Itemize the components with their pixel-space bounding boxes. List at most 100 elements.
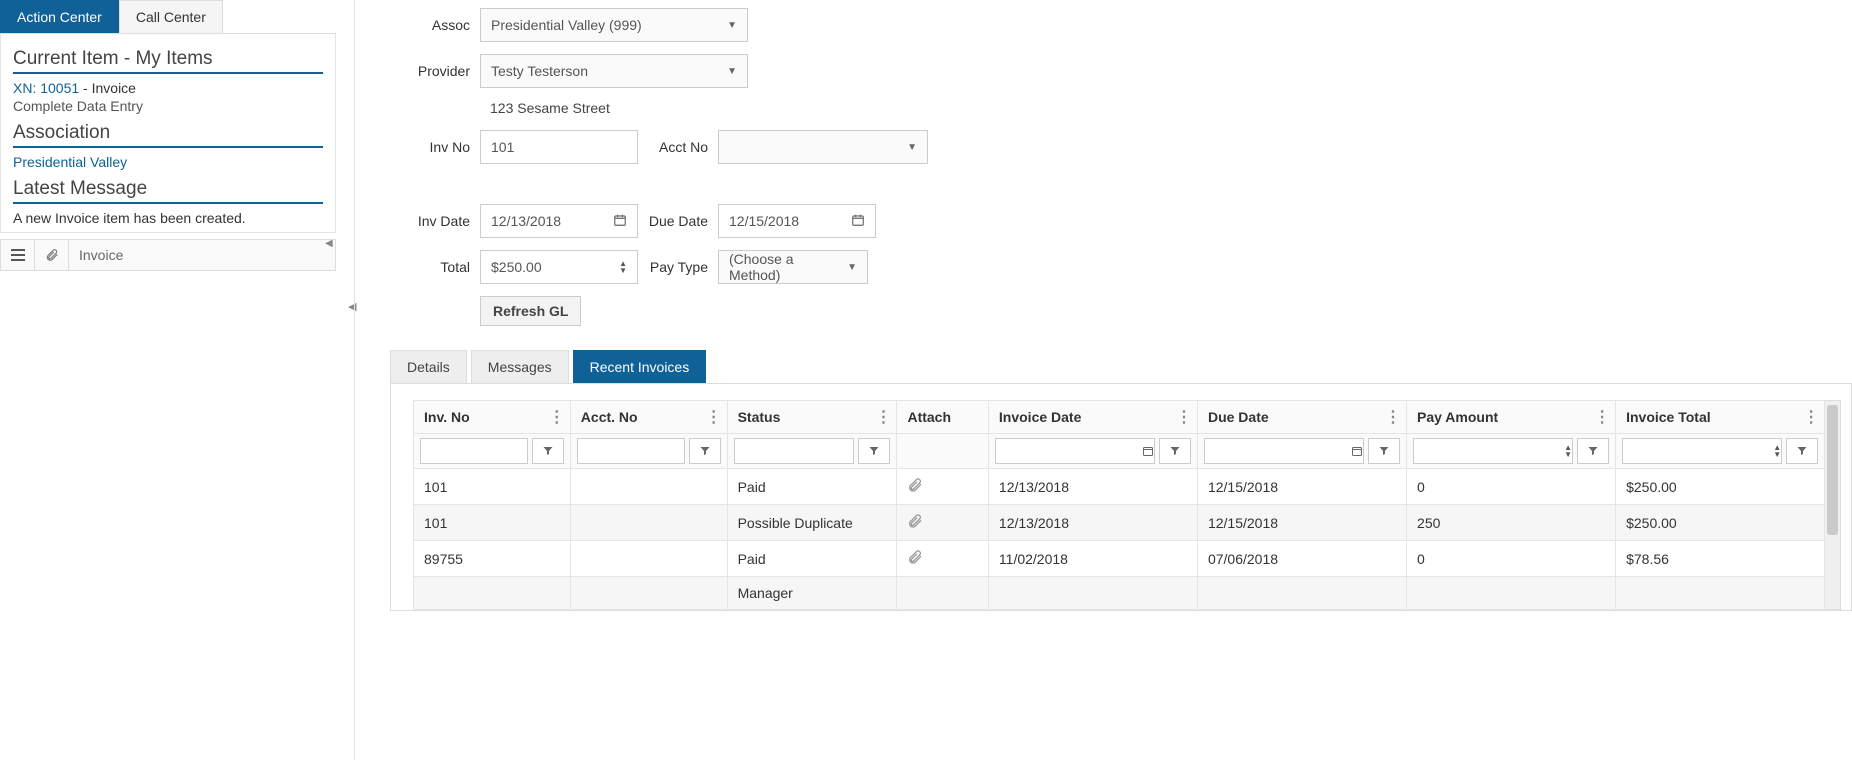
cell-invno: 89755 bbox=[414, 541, 571, 577]
column-menu-icon[interactable]: ⋮ bbox=[1176, 407, 1191, 427]
provider-select[interactable]: Testy Testerson ▼ bbox=[480, 54, 748, 88]
col-invoicetotal[interactable]: Invoice Total⋮ bbox=[1616, 401, 1825, 434]
cell-attach[interactable] bbox=[897, 541, 988, 577]
refresh-gl-button[interactable]: Refresh GL bbox=[480, 296, 581, 326]
cell-payamount: 0 bbox=[1407, 469, 1616, 505]
cell-invoicetotal: $250.00 bbox=[1616, 505, 1825, 541]
col-acctno[interactable]: Acct. No⋮ bbox=[570, 401, 727, 434]
col-attach[interactable]: Attach bbox=[897, 401, 988, 434]
filter-icon[interactable] bbox=[858, 438, 890, 464]
chevron-down-icon: ▼ bbox=[847, 262, 857, 273]
cell-invdate: 12/13/2018 bbox=[988, 505, 1197, 541]
cell-acctno bbox=[570, 577, 727, 610]
filter-invdate-input[interactable] bbox=[995, 438, 1155, 464]
hamburger-icon[interactable] bbox=[1, 240, 35, 270]
filter-icon[interactable] bbox=[1786, 438, 1818, 464]
column-menu-icon[interactable]: ⋮ bbox=[1385, 407, 1400, 427]
heading-association: Association bbox=[13, 116, 323, 148]
invdate-input[interactable]: 12/13/2018 bbox=[480, 204, 638, 238]
filter-invno-input[interactable] bbox=[420, 438, 528, 464]
column-menu-icon[interactable]: ⋮ bbox=[1803, 407, 1818, 427]
assoc-value: Presidential Valley (999) bbox=[491, 17, 642, 33]
cell-duedate: 12/15/2018 bbox=[1197, 469, 1406, 505]
cell-status: Possible Duplicate bbox=[727, 505, 897, 541]
filter-icon[interactable] bbox=[1159, 438, 1191, 464]
tab-details[interactable]: Details bbox=[390, 350, 467, 383]
cell-payamount bbox=[1407, 577, 1616, 610]
label-assoc: Assoc bbox=[390, 17, 480, 33]
cell-invdate: 12/13/2018 bbox=[988, 469, 1197, 505]
col-status-label: Status bbox=[738, 409, 781, 425]
cell-status: Manager bbox=[727, 577, 897, 610]
xn-link[interactable]: XN: 10051 bbox=[13, 80, 79, 96]
provider-value: Testy Testerson bbox=[491, 63, 588, 79]
filter-icon[interactable] bbox=[532, 438, 564, 464]
col-invno[interactable]: Inv. No⋮ bbox=[414, 401, 571, 434]
col-attach-label: Attach bbox=[907, 409, 951, 425]
heading-latest-message: Latest Message bbox=[13, 172, 323, 204]
filter-icon[interactable] bbox=[1577, 438, 1609, 464]
cell-attach[interactable] bbox=[897, 505, 988, 541]
calendar-icon bbox=[613, 213, 627, 230]
cell-payamount: 250 bbox=[1407, 505, 1616, 541]
acctno-select[interactable]: ▼ bbox=[718, 130, 928, 164]
table-row[interactable]: 89755 Paid 11/02/201807/06/20180$78.56 bbox=[414, 541, 1825, 577]
gutter-caret-icon[interactable]: ◀ bbox=[348, 300, 356, 313]
col-duedate[interactable]: Due Date⋮ bbox=[1197, 401, 1406, 434]
cell-invdate: 11/02/2018 bbox=[988, 541, 1197, 577]
column-menu-icon[interactable]: ⋮ bbox=[549, 407, 564, 427]
col-status[interactable]: Status ⋮ bbox=[727, 401, 897, 434]
filter-icon[interactable] bbox=[689, 438, 721, 464]
label-duedate: Due Date bbox=[638, 213, 718, 229]
cell-acctno bbox=[570, 469, 727, 505]
cell-payamount: 0 bbox=[1407, 541, 1616, 577]
filter-duedate-input[interactable] bbox=[1204, 438, 1364, 464]
cell-invno: 101 bbox=[414, 469, 571, 505]
spinner-icon[interactable]: ▲▼ bbox=[619, 260, 627, 274]
table-row[interactable]: 101Possible Duplicate12/13/201812/15/201… bbox=[414, 505, 1825, 541]
cell-acctno bbox=[570, 505, 727, 541]
collapse-caret-icon[interactable]: ◀ bbox=[325, 238, 339, 252]
paytype-select[interactable]: (Choose a Method) ▼ bbox=[718, 250, 868, 284]
filter-pay-input[interactable]: ▲▼ bbox=[1413, 438, 1573, 464]
calendar-icon bbox=[851, 213, 865, 230]
total-value: $250.00 bbox=[491, 259, 542, 275]
total-input[interactable]: $250.00 ▲▼ bbox=[480, 250, 638, 284]
tab-messages[interactable]: Messages bbox=[471, 350, 569, 383]
cell-acctno bbox=[570, 541, 727, 577]
cell-invno: 101 bbox=[414, 505, 571, 541]
table-row[interactable]: 101 Paid 12/13/201812/15/20180$250.00 bbox=[414, 469, 1825, 505]
paperclip-icon[interactable] bbox=[35, 240, 69, 270]
cell-invoicetotal: $78.56 bbox=[1616, 541, 1825, 577]
cell-status: Paid bbox=[727, 469, 897, 505]
filter-status-input[interactable] bbox=[734, 438, 855, 464]
cell-attach[interactable] bbox=[897, 469, 988, 505]
spinner-icon: ▲▼ bbox=[1564, 444, 1572, 458]
tab-action-center[interactable]: Action Center bbox=[0, 0, 119, 33]
filter-total-input[interactable]: ▲▼ bbox=[1622, 438, 1782, 464]
col-invdate[interactable]: Invoice Date⋮ bbox=[988, 401, 1197, 434]
column-menu-icon[interactable]: ⋮ bbox=[1594, 407, 1609, 427]
duedate-input[interactable]: 12/15/2018 bbox=[718, 204, 876, 238]
column-menu-icon[interactable]: ⋮ bbox=[875, 407, 890, 427]
cell-invdate bbox=[988, 577, 1197, 610]
cell-attach bbox=[897, 577, 988, 610]
filter-icon[interactable] bbox=[1368, 438, 1400, 464]
label-paytype: Pay Type bbox=[638, 259, 718, 275]
column-menu-icon[interactable]: ⋮ bbox=[706, 407, 721, 427]
association-link[interactable]: Presidential Valley bbox=[13, 154, 127, 170]
status-line: Complete Data Entry bbox=[13, 98, 323, 114]
col-payamount[interactable]: Pay Amount⋮ bbox=[1407, 401, 1616, 434]
table-scrollbar[interactable] bbox=[1825, 400, 1841, 610]
invno-input[interactable]: 101 bbox=[480, 130, 638, 164]
cell-status: Paid bbox=[727, 541, 897, 577]
filter-acctno-input[interactable] bbox=[577, 438, 685, 464]
cell-invoicetotal: $250.00 bbox=[1616, 469, 1825, 505]
assoc-select[interactable]: Presidential Valley (999) ▼ bbox=[480, 8, 748, 42]
cell-duedate: 07/06/2018 bbox=[1197, 541, 1406, 577]
duedate-value: 12/15/2018 bbox=[729, 213, 799, 229]
table-row[interactable]: Manager bbox=[414, 577, 1825, 610]
chevron-down-icon: ▼ bbox=[727, 66, 737, 77]
tab-call-center[interactable]: Call Center bbox=[119, 0, 223, 33]
tab-recent-invoices[interactable]: Recent Invoices bbox=[573, 350, 707, 383]
